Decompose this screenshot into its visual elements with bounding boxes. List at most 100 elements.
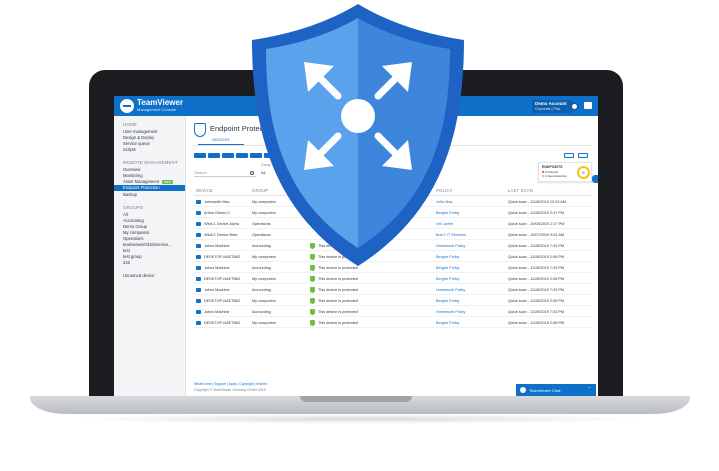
endpoints-count: 6 [577, 166, 590, 179]
sidebar-heading-groups: GROUPS [123, 205, 144, 210]
monitor-icon [196, 255, 201, 259]
device-name: DESKTOP-NAETB62 [204, 321, 241, 325]
monitor-icon [196, 222, 201, 226]
sidebar-item-overview[interactable]: Overview [123, 167, 140, 172]
sidebar-item-user-management[interactable]: User management [123, 129, 157, 134]
avatar-icon[interactable] [570, 102, 579, 111]
columns-icon[interactable] [578, 153, 588, 158]
table-row[interactable]: Johns Machine Accounting This device is pr… [194, 285, 592, 295]
policy-link: Bergire Policy [436, 299, 460, 303]
teamviewer-logo-icon [120, 99, 134, 113]
table-row[interactable]: DESKTOP-NAETB62 My computers This device i… [194, 296, 592, 306]
sidebar-group-test-group[interactable]: test group [123, 254, 142, 259]
brand-name: TeamViewer [137, 98, 183, 107]
policy-link: Bergire Policy [436, 277, 460, 281]
laptop-notch [300, 396, 412, 402]
last-scan: Quick scan - 11/28/2019 2:47 PM [508, 211, 565, 215]
device-name: Arthur Dhimo II [204, 211, 230, 215]
device-group: Accounting [252, 288, 271, 292]
device-name: Johns Machine [204, 310, 230, 314]
protection-status: This device is protected [318, 288, 358, 292]
minimize-button[interactable]: − [588, 385, 591, 391]
sidebar-group-222[interactable]: 222 [123, 260, 130, 265]
last-scan: Quick scan - 10/08/2019 2:17 PM [508, 222, 565, 226]
device-name: DESKTOP-NAETB62 [204, 277, 241, 281]
last-scan: Quick scan - 11/28/2019 7:03 PM [508, 266, 565, 270]
policy-link: Homework Policy [436, 288, 466, 292]
toolbar-button-2[interactable] [208, 153, 220, 158]
shield-arrows-icon [252, 4, 464, 266]
shield-check-icon [310, 298, 315, 304]
device-name: Win8.1 Device Alpha [204, 222, 240, 226]
export-icon[interactable] [564, 153, 574, 158]
policy-link: Homework Policy [436, 310, 466, 314]
side-panel-toggle[interactable] [592, 175, 598, 183]
chat-panel[interactable]: TeamViewer Chat − [516, 384, 596, 396]
hero-illustration: TeamViewer Management Console Demo Accou… [0, 0, 719, 471]
chat-icon [520, 387, 526, 393]
infected-dot-icon [542, 171, 544, 173]
brand-subtitle: Management Console [137, 107, 177, 112]
last-scan: Quick scan - 11/28/2019 2:08 PM [508, 277, 565, 281]
sidebar-item-backup[interactable]: Backup [123, 192, 137, 197]
sidebar-item-design-deploy[interactable]: Design & Deploy [123, 135, 154, 140]
shield-check-icon [310, 276, 315, 282]
endpoints-attention-label: 1 Need attention [545, 174, 568, 178]
sidebar-heading-remote: REMOTE MANAGEMENT [123, 160, 178, 165]
sidebar-group-all[interactable]: All [123, 212, 128, 217]
sidebar-heading-home: HOME [123, 122, 137, 127]
sidebar-item-monitoring[interactable]: Monitoring [123, 173, 143, 178]
sidebar-item-label: Asset Management [123, 179, 160, 184]
account-role: Corporate | Plus [535, 107, 561, 111]
table-row[interactable]: DESKTOP-NAETB62 My computers This device i… [194, 318, 592, 328]
device-name: DESKTOP-NAETB62 [204, 299, 241, 303]
shield-check-icon [310, 309, 315, 315]
chat-icon[interactable] [584, 102, 592, 109]
last-scan: Quick scan - 11/28/2019 7:03 PM [508, 288, 565, 292]
sidebar-group-operations[interactable]: Operations [123, 236, 143, 241]
protection-status: This device is protected [318, 277, 358, 281]
sidebar-item-endpoint-protection[interactable]: Endpoint Protection [114, 185, 185, 191]
laptop-shadow [70, 414, 650, 424]
sidebar-group-accounting[interactable]: Accounting [123, 218, 144, 223]
last-scan: Quick scan - 11/28/2019 2:08 PM [508, 299, 565, 303]
device-name: Win8.1 Device Beta [204, 233, 238, 237]
policy-link: Bergire Policy [436, 321, 460, 325]
monitor-icon [196, 310, 201, 314]
protection-status: This device is protected [318, 310, 358, 314]
table-row[interactable]: DESKTOP-NAETB62 My computers This device i… [194, 274, 592, 284]
footer-links[interactable]: What's new | Support | Apps | Copyright … [194, 382, 267, 386]
column-header-last-scan[interactable]: LAST SCAN [508, 188, 533, 193]
endpoints-attention: 1 Need attention [542, 174, 567, 178]
sidebar-group-demo[interactable]: Demo Group [123, 224, 147, 229]
toolbar-button-3[interactable] [222, 153, 234, 158]
device-name: Johns Machine [204, 244, 230, 248]
monitor-icon [196, 200, 201, 204]
device-name: Johns Machine [204, 266, 230, 270]
sidebar-item-asset-management[interactable]: Asset Management NEW [123, 179, 174, 184]
toolbar-button-1[interactable] [194, 153, 206, 158]
sidebar-unnamed-device[interactable]: Unnamed device [123, 273, 154, 278]
footer-copyright: Copyright © TeamViewer Germany GmbH 2019 [194, 388, 266, 392]
chat-label: TeamViewer Chat [529, 387, 561, 393]
column-header-device[interactable]: DEVICE [196, 188, 213, 193]
shield-check-icon [310, 320, 315, 326]
table-row[interactable]: Johns Machine Accounting This device is pr… [194, 307, 592, 317]
last-scan: Quick scan - 11/28/2019 12:02 AM [508, 200, 566, 204]
account-name: Demo Account [535, 101, 567, 106]
endpoints-summary: ENDPOINTS 0 Infected 1 Need attention 6 [538, 162, 592, 182]
sidebar-group-my-computers[interactable]: My computers [123, 230, 149, 235]
sidebar: HOME User management Design & Deploy Ser… [114, 116, 186, 396]
sidebar-group-teamviewer[interactable]: teamviewer0315\\venice... [123, 242, 172, 247]
shield-check-icon [310, 287, 315, 293]
shield-icon [194, 123, 206, 137]
sidebar-item-scripts[interactable]: Scripts [123, 147, 136, 152]
sidebar-item-service-queue[interactable]: Service queue [123, 141, 150, 146]
last-scan: Quick scan - 10/07/2019 9:51 AM [508, 233, 565, 237]
endpoints-title: ENDPOINTS [542, 165, 563, 169]
account-menu[interactable]: Demo Account Corporate | Plus [532, 100, 572, 113]
sidebar-group-test[interactable]: test [123, 248, 130, 253]
device-name: DESKTOP-NAETB62 [204, 255, 241, 259]
monitor-icon [196, 211, 201, 215]
device-name: Johns Machine [204, 288, 230, 292]
